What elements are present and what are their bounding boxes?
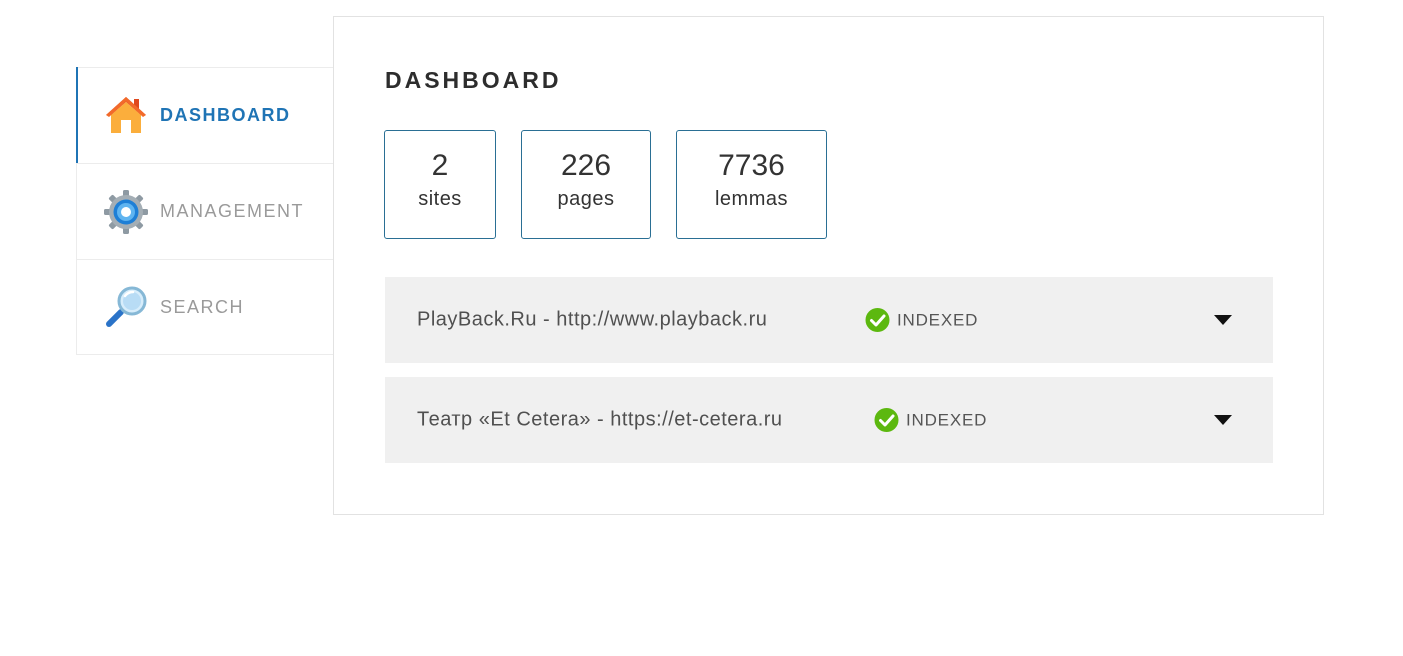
caret-down-icon[interactable] [1213,414,1233,426]
status-badge: INDEXED [865,308,978,333]
sidebar-item-label: DASHBOARD [160,105,291,125]
sidebar-nav: DASHBOARD MANAGEMENT SEARCH [76,67,333,355]
status-text: INDEXED [897,310,979,329]
status-text: INDEXED [906,410,988,429]
site-row-et-cetera[interactable]: Театр «Et Cetera» - https://et-cetera.ru… [385,377,1273,463]
stat-card-sites: 2 sites [384,130,496,239]
stat-value: 2 [431,149,449,182]
sidebar-item-search[interactable]: SEARCH [77,260,333,354]
stat-unit: pages [557,188,615,210]
caret-down-icon[interactable] [1213,314,1233,326]
stat-card-lemmas: 7736 lemmas [676,130,827,239]
status-badge: INDEXED [874,408,987,433]
stat-card-pages: 226 pages [521,130,651,239]
sidebar-item-label: SEARCH [160,296,245,317]
stat-value: 7736 [718,149,785,182]
stat-unit: sites [418,188,462,210]
page-title: DASHBOARD [385,67,562,93]
magnifier-icon [103,284,149,330]
sidebar-item-label: MANAGEMENT [160,201,305,221]
check-circle-icon [874,408,899,432]
stat-unit: lemmas [714,188,788,210]
sidebar-item-management[interactable]: MANAGEMENT [77,164,333,260]
site-row-playback[interactable]: PlayBack.Ru - http://www.playback.ru IND… [385,277,1273,363]
gear-icon [103,189,149,235]
dashboard-panel: DASHBOARD 2 sites 226 pages 7736 lemmas … [333,16,1324,515]
stat-value: 226 [560,149,612,182]
site-name: Театр «Et Cetera» - https://et-cetera.ru [417,408,783,431]
home-icon [103,93,149,139]
check-circle-icon [865,308,890,332]
sidebar-item-dashboard[interactable]: DASHBOARD [76,67,333,164]
site-name: PlayBack.Ru - http://www.playback.ru [417,308,768,331]
